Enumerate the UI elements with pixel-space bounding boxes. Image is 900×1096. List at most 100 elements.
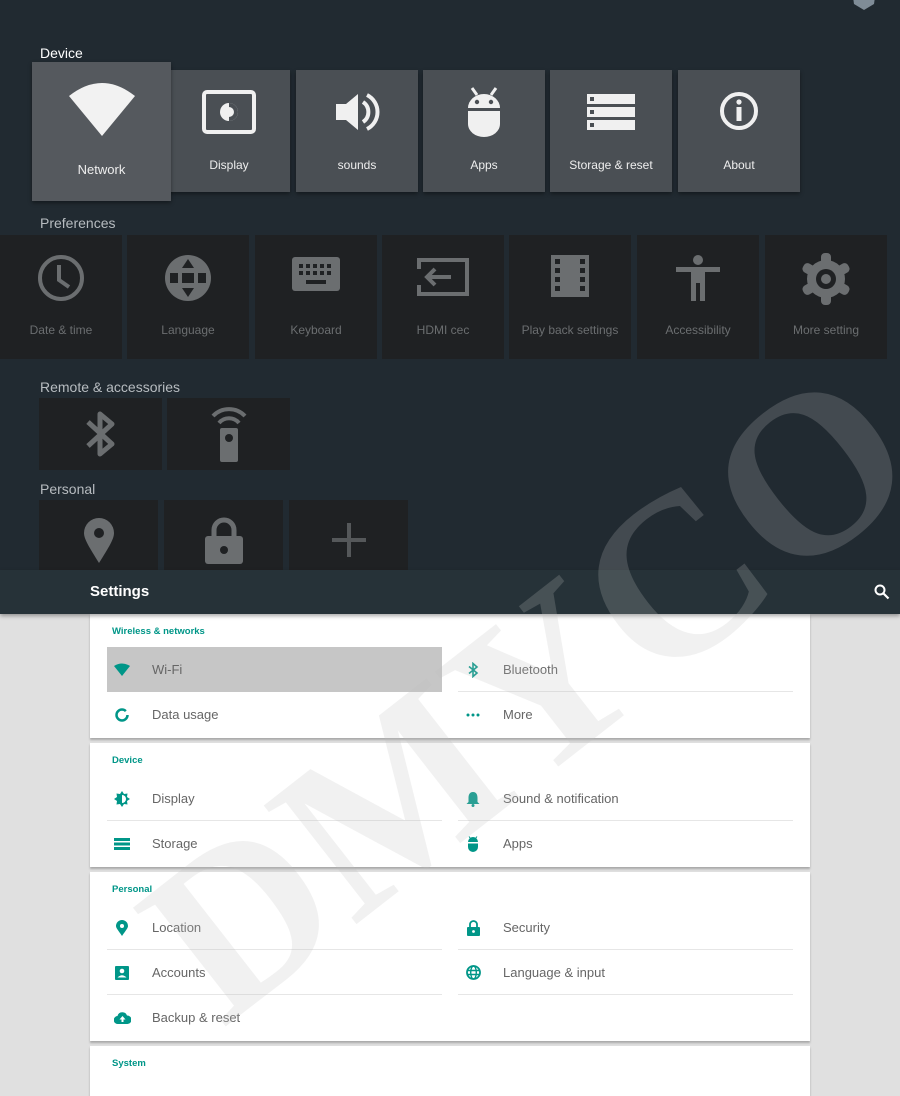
settings-item-apps[interactable]: Apps: [458, 821, 793, 866]
settings-item-wifi[interactable]: Wi-Fi: [107, 647, 442, 692]
tile-label: HDMI cec: [416, 323, 470, 337]
storage-icon: [113, 835, 131, 853]
tile-label: Apps: [470, 158, 498, 172]
tile-about[interactable]: About: [678, 70, 800, 192]
settings-item-sound-notification[interactable]: Sound & notification: [458, 776, 793, 821]
tile-security[interactable]: [164, 500, 283, 570]
item-label: Sound & notification: [503, 791, 619, 806]
settings-item-more[interactable]: More: [458, 692, 793, 737]
tile-storage-reset[interactable]: Storage & reset: [550, 70, 672, 192]
tile-hdmi-cec[interactable]: HDMI cec: [382, 235, 504, 359]
item-label: Security: [503, 920, 550, 935]
category-title: System: [112, 1058, 146, 1069]
app-bar: Settings: [0, 570, 900, 614]
tile-sounds[interactable]: sounds: [296, 70, 418, 192]
section-device-title: Device: [40, 45, 83, 61]
data-usage-icon: [113, 706, 131, 724]
tile-label: Storage & reset: [569, 158, 653, 172]
account-box-icon: [113, 964, 131, 982]
item-label: More: [503, 707, 533, 722]
tile-accessibility[interactable]: Accessibility: [637, 235, 759, 359]
tile-apps[interactable]: Apps: [423, 70, 545, 192]
tile-playback-settings[interactable]: Play back settings: [509, 235, 631, 359]
settings-list: Wireless & networks Wi-Fi Bluetooth Data…: [0, 614, 900, 1096]
category-title: Personal: [112, 884, 153, 895]
settings-item-security[interactable]: Security: [458, 905, 793, 950]
bluetooth-icon: [464, 661, 482, 679]
location-pin-icon: [113, 919, 131, 937]
globe-icon: [165, 255, 211, 301]
keyboard-icon: [292, 257, 340, 291]
settings-item-backup-reset[interactable]: Backup & reset: [107, 995, 442, 1040]
storage-icon: [587, 94, 635, 130]
location-pin-icon: [83, 518, 114, 563]
section-personal-title: Personal: [40, 481, 96, 497]
settings-item-accounts[interactable]: Accounts: [107, 950, 442, 995]
tile-add[interactable]: [289, 500, 408, 570]
tile-keyboard[interactable]: Keyboard: [255, 235, 377, 359]
search-icon[interactable]: [874, 584, 890, 600]
category-title: Device: [112, 755, 143, 766]
lock-icon: [204, 517, 243, 564]
tile-more-setting[interactable]: More setting: [765, 235, 887, 359]
tile-label: Play back settings: [521, 323, 619, 337]
category-title: Wireless & networks: [112, 626, 205, 637]
category-wireless-networks: Wireless & networks Wi-Fi Bluetooth Data…: [90, 614, 810, 738]
settings-item-language-input[interactable]: Language & input: [458, 950, 793, 995]
gear-icon: [802, 253, 850, 305]
lock-icon: [464, 919, 482, 937]
tile-date-time[interactable]: Date & time: [0, 235, 122, 359]
category-device: Device Display Sound & notification Stor…: [90, 743, 810, 867]
wifi-icon: [68, 83, 135, 136]
section-remote-title: Remote & accessories: [40, 379, 181, 395]
cloud-upload-icon: [113, 1009, 131, 1027]
settings-item-bluetooth[interactable]: Bluetooth: [458, 647, 793, 692]
tile-display[interactable]: Display: [168, 70, 290, 192]
tile-label: Network: [77, 162, 126, 177]
item-label: Accounts: [152, 965, 206, 980]
clock-icon: [38, 255, 84, 301]
info-icon: [720, 92, 758, 130]
item-label: Wi-Fi: [152, 662, 183, 677]
settings-item-data-usage[interactable]: Data usage: [107, 692, 442, 737]
tile-label: Accessibility: [665, 323, 731, 337]
more-dots-icon: [464, 706, 482, 724]
film-icon: [551, 255, 589, 297]
tile-label: sounds: [337, 158, 377, 172]
globe-icon: [464, 964, 482, 982]
tile-remote[interactable]: [167, 398, 290, 470]
wifi-icon: [113, 661, 131, 679]
settings-item-display[interactable]: Display: [107, 776, 442, 821]
item-label: Language & input: [503, 965, 605, 980]
android-icon: [468, 87, 500, 137]
tile-language[interactable]: Language: [127, 235, 249, 359]
remote-control-icon: [211, 407, 246, 462]
item-label: Apps: [503, 836, 533, 851]
bluetooth-icon: [85, 411, 114, 457]
brightness-icon: [113, 790, 131, 808]
plus-icon: [331, 523, 366, 557]
android-icon: [464, 835, 482, 853]
display-brightness-icon: [202, 90, 256, 134]
tile-label: Keyboard: [290, 323, 342, 337]
tile-bluetooth[interactable]: [39, 398, 162, 470]
settings-item-location[interactable]: Location: [107, 905, 442, 950]
item-label: Data usage: [152, 707, 219, 722]
tile-location[interactable]: [39, 500, 158, 570]
section-preferences-title: Preferences: [40, 215, 116, 231]
bell-icon: [464, 790, 482, 808]
item-label: Storage: [152, 836, 198, 851]
tile-label: Language: [161, 323, 215, 337]
tile-label: Date & time: [29, 323, 93, 337]
category-personal: Personal Location Security Accounts Lang…: [90, 872, 810, 1041]
app-bar-title: Settings: [90, 583, 150, 600]
input-icon: [417, 258, 469, 296]
settings-item-storage[interactable]: Storage: [107, 821, 442, 866]
category-system: System: [90, 1046, 810, 1096]
tile-network[interactable]: Network: [32, 62, 171, 201]
tv-settings-screen: Device Network Display sounds Apps Stora…: [0, 0, 900, 570]
item-label: Bluetooth: [503, 662, 558, 677]
item-label: Display: [152, 791, 195, 806]
item-label: Location: [152, 920, 202, 935]
volume-icon: [336, 93, 380, 131]
